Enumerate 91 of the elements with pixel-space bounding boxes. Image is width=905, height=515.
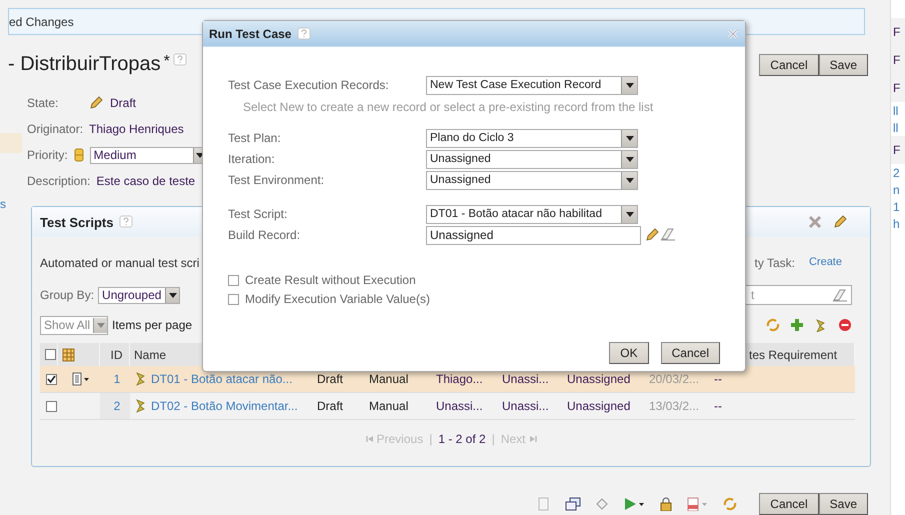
dialog-field-label: Build Record: [228,228,302,242]
row-checkbox[interactable] [46,374,56,385]
side-heading: F [891,136,905,164]
script-icon [134,399,146,414]
eraser-icon[interactable] [832,288,848,302]
pencil-icon[interactable] [832,214,848,230]
task-label: ty Task: [754,256,795,270]
option-checkbox[interactable] [228,294,239,304]
lock-icon[interactable] [659,497,674,511]
tag-icon[interactable] [595,497,610,511]
dialog-select[interactable]: Plano do Ciclo 3 [426,128,638,148]
help-icon[interactable] [172,53,187,68]
panel-title: Test Scripts [40,214,114,230]
id-cell: 1 [100,366,130,394]
first-page-icon [366,435,374,444]
script-link[interactable]: DT02 - Botão Movimentar... [151,399,298,414]
dialog-field-label: Test Case Execution Records: [228,78,390,92]
close-icon[interactable] [727,28,739,40]
field-label: Originator: [27,122,84,136]
dialog-field-label: Test Plan: [228,131,282,145]
help-icon[interactable] [297,26,312,40]
checkbox-label: Create Result without Execution [245,273,416,287]
checkbox-label: Modify Execution Variable Value(s) [245,292,430,306]
modified-mark: * [164,53,170,72]
field-label: Priority: [27,148,68,162]
field-value: Thiago Henriques [89,122,184,136]
dialog-title: Run Test Case [209,26,292,40]
eraser-icon[interactable] [660,227,676,241]
swap-icon[interactable] [766,318,780,332]
dialog-field-label: Test Script: [228,207,288,221]
option-checkbox[interactable] [228,274,239,286]
caret-icon [626,136,634,140]
caret-icon [626,212,634,216]
field-value: Este caso de teste [96,174,196,188]
caret-icon [626,156,634,162]
ok-button[interactable]: OK [609,342,649,364]
pdf-icon[interactable] [687,497,710,511]
windows-icon[interactable] [565,497,582,511]
field-value: Draft [110,96,136,110]
caret-icon [168,292,177,298]
row-checkbox[interactable] [46,400,56,412]
cancel-button[interactable]: Cancel [759,54,819,76]
side-heading: F [891,18,905,46]
pager-separator: | [492,432,495,446]
swap-icon[interactable] [723,497,738,511]
dialog-field-label: Test Environment: [228,173,326,187]
caret-icon [96,322,104,328]
caret-icon [626,178,634,182]
priority-icon [74,148,84,162]
help-icon[interactable] [119,215,134,230]
dialog-select[interactable]: New Test Case Execution Record [426,76,638,94]
dialog-select[interactable]: Unassigned [426,150,638,168]
banner-text: ed Changes [9,14,74,29]
select-all-checkbox[interactable] [45,349,56,360]
panel-description: Automated or manual test scri [40,256,200,270]
row-menu-icon[interactable] [72,372,90,386]
group-by-select[interactable]: Ungrouped [98,286,180,304]
cancel-button[interactable]: Cancel [759,493,819,515]
page-range: 1 - 2 of 2 [438,432,486,446]
copy-icon[interactable] [537,497,552,511]
hint-text: Select New to create a new record or select a pre-existing record from the list [243,100,654,114]
field-label: State: [27,96,60,110]
column-header[interactable]: ID [100,343,130,366]
side-heading: F [891,74,905,102]
id-cell: 2 [100,393,130,420]
last-page-icon [528,435,536,444]
dialog-select[interactable]: DT01 - Botão atacar não habilitad [426,204,638,224]
save-button[interactable]: Save [818,54,868,76]
group-by-label: Group By: [40,288,94,302]
side-heading: F [891,46,905,74]
remove-icon[interactable] [838,318,852,332]
edit-icon[interactable] [88,95,104,112]
cancel-button[interactable]: Cancel [660,342,720,364]
script-icon [134,372,146,386]
columns-icon[interactable] [62,348,75,362]
pencil-icon[interactable] [644,227,660,243]
dialog-select[interactable]: Unassigned [426,170,638,190]
caret-icon [626,82,634,88]
save-button[interactable]: Save [818,493,868,515]
dialog-input[interactable]: Unassigned [426,226,641,244]
add-icon[interactable] [790,318,804,332]
field-label: Description: [27,174,90,188]
create-link[interactable]: Create [808,256,842,270]
close-icon[interactable] [808,215,822,230]
page-size-label: Items per page [112,318,192,332]
run-icon[interactable] [623,497,646,511]
dialog-field-label: Iteration: [228,152,276,166]
page-title: - DistribuirTropas [8,53,161,76]
pager-separator: | [429,432,432,446]
cut-link-text[interactable]: s [0,197,6,211]
highlight-strip [0,133,22,153]
